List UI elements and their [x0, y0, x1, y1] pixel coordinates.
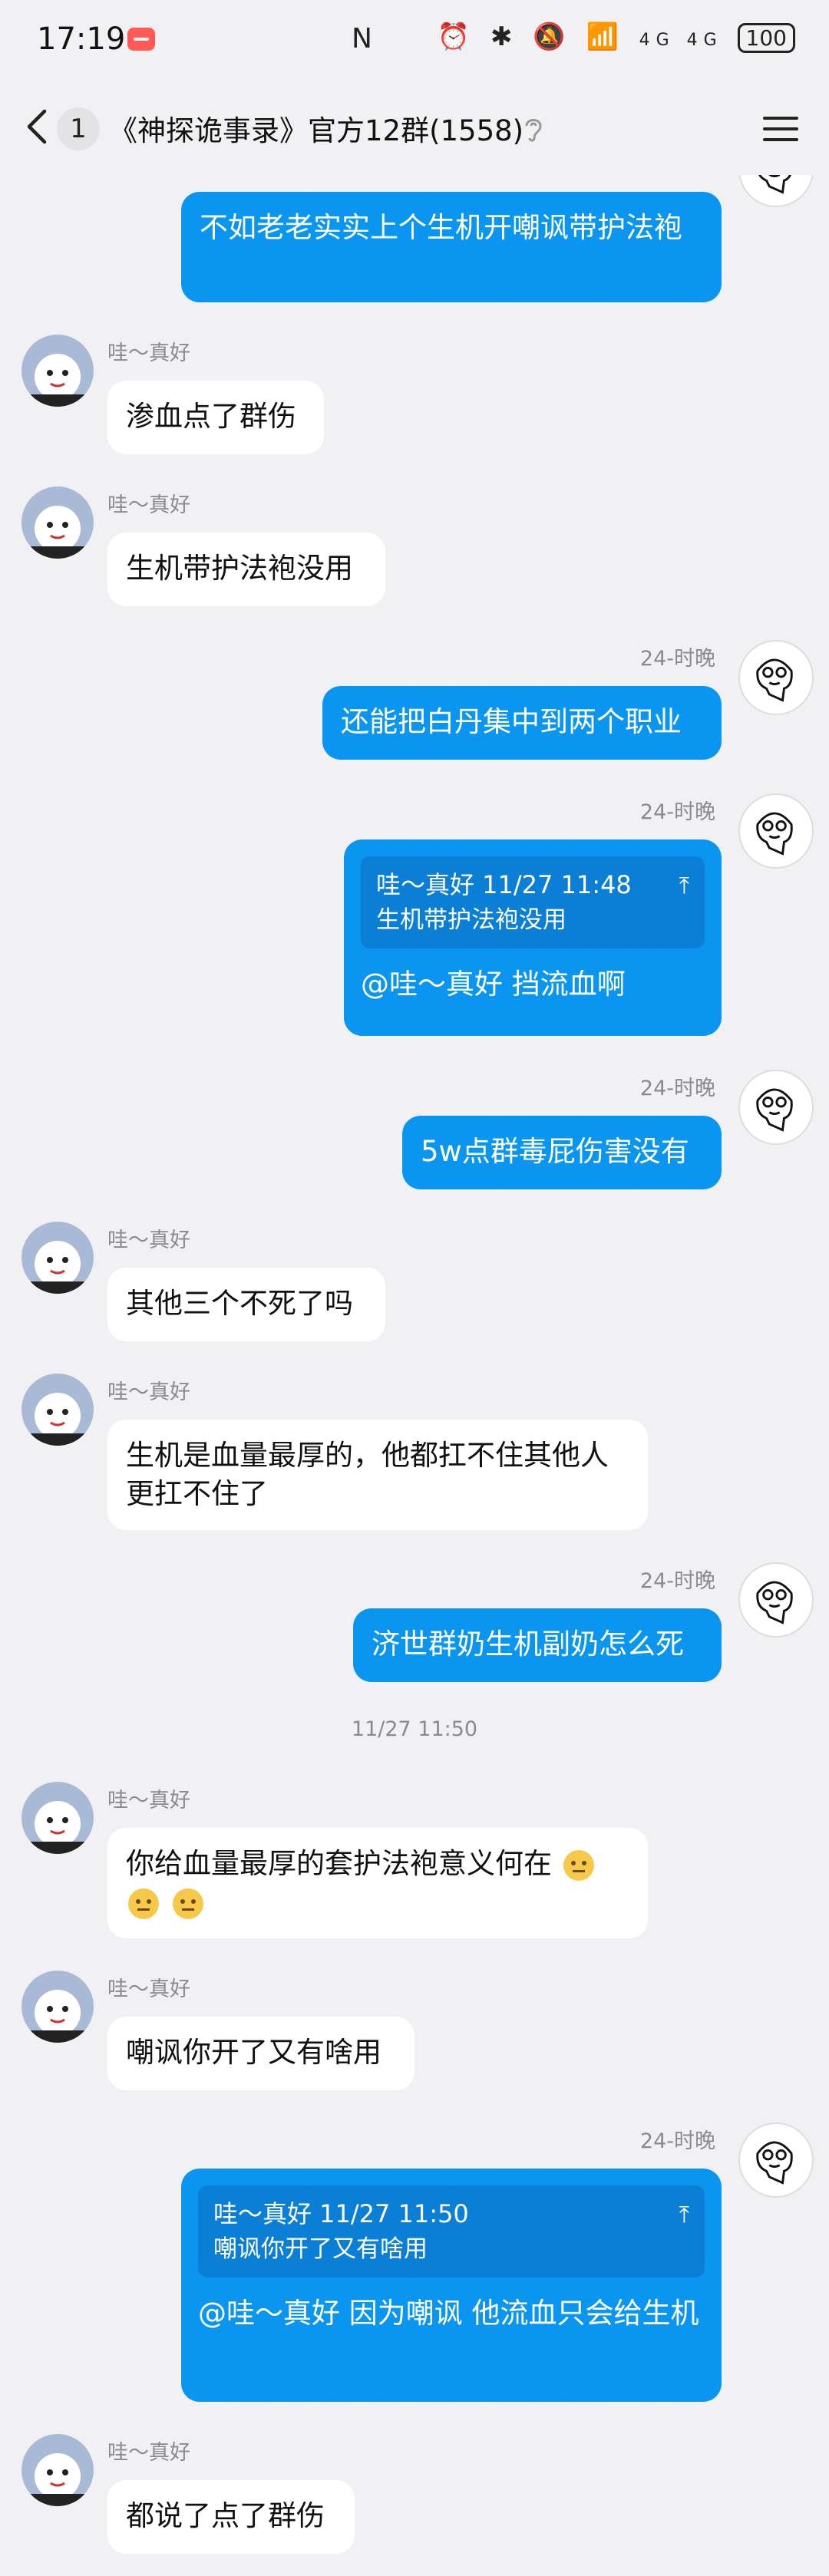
sender-name: 24-时晚	[639, 1569, 715, 1593]
message-text: 不如老老实实上个生机开嘲讽带护法袍	[200, 211, 682, 244]
sender-name: 24-时晚	[639, 2129, 715, 2153]
avatar[interactable]	[738, 640, 814, 715]
message-text: 5w点群毒屁伤害没有	[421, 1135, 689, 1168]
avatar[interactable]	[738, 793, 814, 869]
sender-name: 哇～真好	[107, 1977, 190, 2001]
sender-name: 24-时晚	[639, 647, 715, 671]
message-bubble[interactable]: 5w点群毒屁伤害没有	[402, 1116, 722, 1189]
avatar[interactable]	[738, 1562, 814, 1638]
message-text: 济世群奶生机副奶怎么死	[372, 1628, 684, 1661]
avatar[interactable]	[21, 1374, 94, 1446]
message-text: 你给血量最厚的套护法袍意义何在	[126, 1847, 552, 1880]
chat-area: 不如老老实实上个生机开嘲讽带护法袍 哇～真好 渗血点了群伤 哇～真好 生机带护法…	[0, 175, 829, 2576]
sender-name: 哇～真好	[107, 1789, 190, 1812]
network-label: 4G 4G	[639, 31, 723, 50]
jump-to-quote-icon[interactable]: ⤒	[679, 867, 689, 905]
sender-name: 24-时晚	[639, 800, 715, 824]
quote-header: 哇～真好 11/27 11:50	[213, 2199, 469, 2228]
message-text: 渗血点了群伤	[126, 400, 296, 433]
message-text: 生机带护法袍没用	[126, 552, 353, 585]
jump-to-quote-icon[interactable]: ⤒	[679, 2196, 689, 2235]
back-arrow-icon[interactable]	[21, 107, 52, 146]
chat-header: 1 《神探诡事录》官方12群(1558)	[0, 80, 829, 175]
status-icon-group: ⏰ ✱ 🔕 📶	[437, 21, 625, 52]
message-bubble[interactable]: 生机带护法袍没用	[107, 533, 385, 606]
nfc-icon: N	[352, 23, 372, 54]
avatar[interactable]	[738, 2122, 814, 2198]
unread-count-badge[interactable]: 1	[57, 107, 100, 150]
message-bubble[interactable]: 生机是血量最厚的，他都扛不住其他人更扛不住了	[107, 1420, 648, 1530]
battery-icon: 100	[737, 23, 795, 53]
message-text: @哇～真好 因为嘲讽 他流血只会给生机	[198, 2297, 699, 2330]
avatar[interactable]	[21, 1782, 94, 1854]
message-text: 生机是血量最厚的，他都扛不住其他人更扛不住了	[126, 1439, 609, 1510]
message-text: 其他三个不死了吗	[126, 1287, 353, 1320]
quoted-message[interactable]: 哇～真好 11/27 11:48 生机带护法袍没用 ⤒	[361, 856, 705, 948]
message-text: @哇～真好 挡流血啊	[361, 968, 626, 1001]
message-bubble[interactable]: 济世群奶生机副奶怎么死	[353, 1608, 722, 1682]
avatar[interactable]	[21, 335, 94, 407]
message-bubble[interactable]: 哇～真好 11/27 11:50 嘲讽你开了又有啥用 ⤒ @哇～真好 因为嘲讽 …	[181, 2169, 722, 2402]
quote-body: 嘲讽你开了又有啥用	[213, 2235, 428, 2263]
message-bubble[interactable]: 都说了点了群伤	[107, 2480, 355, 2554]
ear-icon	[525, 119, 542, 142]
message-text: 都说了点了群伤	[126, 2499, 325, 2532]
message-bubble[interactable]: 渗血点了群伤	[107, 381, 324, 454]
message-bubble[interactable]: 哇～真好 11/27 11:48 生机带护法袍没用 ⤒ @哇～真好 挡流血啊	[344, 839, 722, 1036]
sender-name: 哇～真好	[107, 1380, 190, 1404]
message-bubble[interactable]: 还能把白丹集中到两个职业	[322, 686, 722, 760]
avatar[interactable]	[21, 1971, 94, 2043]
sender-name: 24-时晚	[639, 1077, 715, 1100]
avatar[interactable]	[738, 175, 814, 207]
message-bubble[interactable]: 嘲讽你开了又有啥用	[107, 2017, 414, 2090]
status-bar: 17:19 N ⏰ ✱ 🔕 📶 4G 4G 100	[0, 0, 829, 80]
message-bubble[interactable]: 你给血量最厚的套护法袍意义何在	[107, 1828, 648, 1938]
sender-name: 哇～真好	[107, 2441, 190, 2465]
screen-record-icon	[127, 28, 155, 51]
quote-body: 生机带护法袍没用	[376, 906, 566, 934]
sender-name: 哇～真好	[107, 493, 190, 517]
awkward-emoji-icon	[172, 1888, 203, 1919]
awkward-emoji-icon	[563, 1849, 594, 1881]
menu-icon[interactable]	[761, 115, 800, 143]
avatar[interactable]	[21, 487, 94, 559]
awkward-emoji-icon	[128, 1888, 159, 1919]
sender-name: 哇～真好	[107, 341, 190, 365]
message-text: 还能把白丹集中到两个职业	[341, 705, 682, 738]
message-bubble[interactable]: 不如老老实实上个生机开嘲讽带护法袍	[181, 192, 722, 302]
quoted-message[interactable]: 哇～真好 11/27 11:50 嘲讽你开了又有啥用 ⤒	[198, 2185, 705, 2278]
time-divider: 11/27 11:50	[351, 1717, 478, 1741]
quote-header: 哇～真好 11/27 11:48	[376, 870, 632, 899]
status-icons: ⏰ ✱ 🔕 📶 4G 4G 100	[438, 21, 795, 53]
avatar[interactable]	[738, 1070, 814, 1145]
message-bubble[interactable]: 其他三个不死了吗	[107, 1268, 385, 1341]
avatar[interactable]	[21, 2434, 94, 2506]
avatar[interactable]	[21, 1222, 94, 1294]
message-text: 嘲讽你开了又有啥用	[126, 2036, 381, 2069]
chat-title[interactable]: 《神探诡事录》官方12群(1558)	[109, 107, 523, 149]
sender-name: 哇～真好	[107, 1229, 190, 1252]
status-time: 17:19	[37, 21, 126, 57]
